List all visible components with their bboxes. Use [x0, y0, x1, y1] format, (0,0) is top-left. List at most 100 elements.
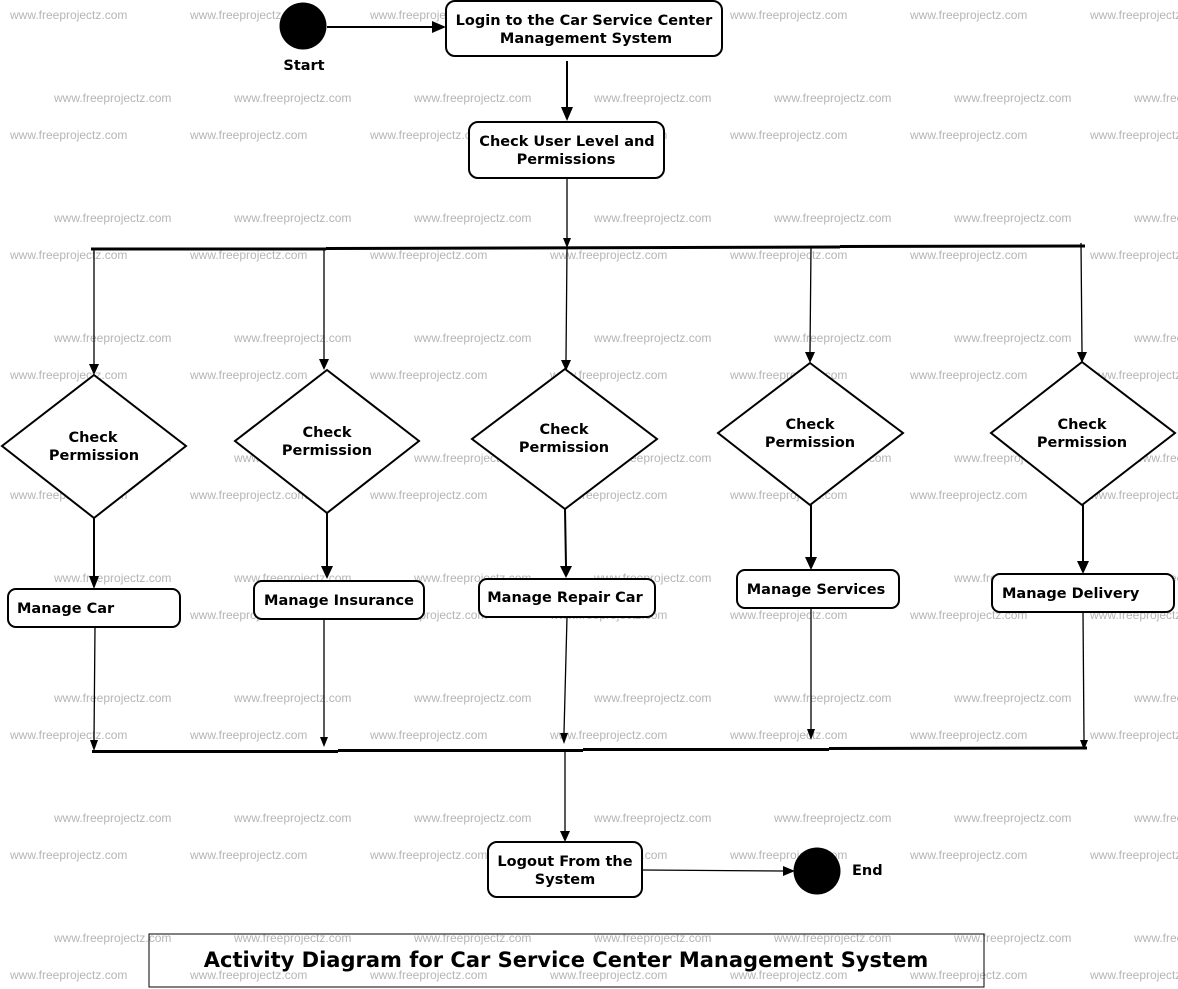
activity-login-line2: Management System [500, 31, 672, 47]
watermark-text: www.freeprojectz.com [593, 91, 711, 105]
join-bar [92, 746, 1088, 753]
watermark-text: www.freeprojectz.com [9, 8, 127, 22]
watermark-text: www.freeprojectz.com [9, 128, 127, 142]
watermark-text: www.freeprojectz.com [1133, 331, 1178, 345]
watermark-text: www.freeprojectz.com [53, 331, 171, 345]
watermark-text: www.freeprojectz.com [53, 691, 171, 705]
watermark-text: www.freeprojectz.com [413, 91, 531, 105]
watermark-text: www.freeprojectz.com [53, 571, 171, 585]
activity-login-line1: Login to the Car Service Center [456, 13, 714, 29]
end-circle [793, 847, 841, 895]
watermark-text: www.freeprojectz.com [729, 728, 847, 742]
watermark-text: www.freeprojectz.com [369, 248, 487, 262]
start-circle [279, 2, 327, 50]
watermark-text: www.freeprojectz.com [729, 248, 847, 262]
watermark-text: www.freeprojectz.com [413, 691, 531, 705]
watermark-text: www.freeprojectz.com [413, 811, 531, 825]
watermark-text: www.freeprojectz.com [953, 331, 1071, 345]
activity-label: Manage Repair Car [487, 590, 643, 606]
activity-logout-line1: Logout From the [497, 854, 632, 870]
watermark-text: www.freeprojectz.com [953, 91, 1071, 105]
watermark-text: www.freeprojectz.com [909, 488, 1027, 502]
arrowhead-icon [561, 107, 573, 121]
watermark-text: www.freeprojectz.com [189, 848, 307, 862]
decision-label-line2: Permission [282, 443, 372, 459]
watermark-text: www.freeprojectz.com [593, 331, 711, 345]
arrowhead-icon [783, 866, 795, 876]
watermark-text: www.freeprojectz.com [53, 211, 171, 225]
flow-check-user-to-fork [563, 178, 571, 248]
activity-label: Manage Car [17, 601, 115, 617]
activity-check-user: Check User Level and Permissions [468, 121, 665, 179]
decision-label-line1: Check [1057, 417, 1106, 433]
flow-login-to-check-user [561, 61, 573, 121]
activity-label: Manage Delivery [1002, 586, 1140, 602]
watermark-text: www.freeprojectz.com [369, 368, 487, 382]
watermark-text: www.freeprojectz.com [909, 128, 1027, 142]
diagram-title: Activity Diagram for Car Service Center … [204, 948, 928, 972]
activity-label: Manage Services [747, 582, 886, 598]
watermark-text: www.freeprojectz.com [369, 728, 487, 742]
decision-label-line2: Permission [1037, 435, 1127, 451]
watermark-text: www.freeprojectz.com [729, 8, 847, 22]
watermark-text: www.freeprojectz.com [233, 211, 351, 225]
watermark-text: www.freeprojectz.com [773, 211, 891, 225]
decision-label-line1: Check [302, 425, 351, 441]
decision-label-line1: Check [785, 417, 834, 433]
arrowhead-icon [805, 557, 817, 570]
decision-diamond [989, 360, 1177, 507]
arrowhead-icon [319, 359, 329, 370]
activity-label: Manage Insurance [264, 593, 414, 609]
watermark-text: www.freeprojectz.com [909, 248, 1027, 262]
watermark-text: www.freeprojectz.com [233, 811, 351, 825]
watermark-text: www.freeprojectz.com [909, 728, 1027, 742]
watermark-text: www.freeprojectz.com [189, 368, 307, 382]
watermark-text: www.freeprojectz.com [593, 931, 711, 945]
watermark-text: www.freeprojectz.com [953, 691, 1071, 705]
watermark-text: www.freeprojectz.com [773, 331, 891, 345]
watermark-text: www.freeprojectz.com [189, 728, 307, 742]
watermark-text: www.freeprojectz.com [189, 128, 307, 142]
activity-diagram: www.freeprojectz.com www.freeprojectz.com… [0, 0, 1178, 988]
decision-label-line1: Check [68, 430, 117, 446]
watermark-text: www.freeprojectz.com [593, 211, 711, 225]
watermark-text: www.freeprojectz.com [413, 931, 531, 945]
watermark-text: www.freeprojectz.com [369, 488, 487, 502]
watermark-text: www.freeprojectz.com [9, 728, 127, 742]
watermark-text: www.freeprojectz.com [413, 331, 531, 345]
watermark-text: www.freeprojectz.com [1089, 248, 1178, 262]
decision-diamond [716, 361, 905, 507]
watermark-text: www.freeprojectz.com [53, 811, 171, 825]
watermark-text: www.freeprojectz.com [233, 931, 351, 945]
watermark-text: www.freeprojectz.com [953, 211, 1071, 225]
activity-logout-line2: System [535, 872, 595, 888]
watermark-text: www.freeprojectz.com [773, 691, 891, 705]
watermark-text: www.freeprojectz.com [729, 608, 847, 622]
decision-label-line2: Permission [519, 440, 609, 456]
watermark-text: www.freeprojectz.com [1133, 811, 1178, 825]
watermark-text: www.freeprojectz.com [773, 811, 891, 825]
activity-login: Login to the Car Service Center Manageme… [445, 0, 723, 57]
arrowhead-icon [560, 566, 572, 578]
watermark-text: www.freeprojectz.com [1089, 8, 1178, 22]
arrowhead-icon [432, 21, 446, 33]
activity-logout: Logout From the System [487, 841, 643, 898]
watermark-text: www.freeprojectz.com [189, 488, 307, 502]
watermark-text: www.freeprojectz.com [233, 691, 351, 705]
watermark-text: www.freeprojectz.com [233, 331, 351, 345]
arrowhead-icon [90, 740, 98, 751]
watermark-text: www.freeprojectz.com [1089, 128, 1178, 142]
watermark-text: www.freeprojectz.com [593, 811, 711, 825]
watermark-text: www.freeprojectz.com [9, 848, 127, 862]
watermark-text: www.freeprojectz.com [53, 91, 171, 105]
arrowhead-icon [320, 737, 328, 747]
flow-start-to-login [327, 21, 446, 33]
arrowhead-icon [560, 831, 570, 842]
watermark-text: www.freeprojectz.com [53, 931, 171, 945]
decision-label-line2: Permission [765, 435, 855, 451]
watermark-text: www.freeprojectz.com [233, 91, 351, 105]
watermark-text: www.freeprojectz.com [413, 211, 531, 225]
watermark-text: www.freeprojectz.com [1089, 968, 1178, 982]
watermark-text: www.freeprojectz.com [1089, 728, 1178, 742]
arrowhead-icon [805, 352, 815, 363]
